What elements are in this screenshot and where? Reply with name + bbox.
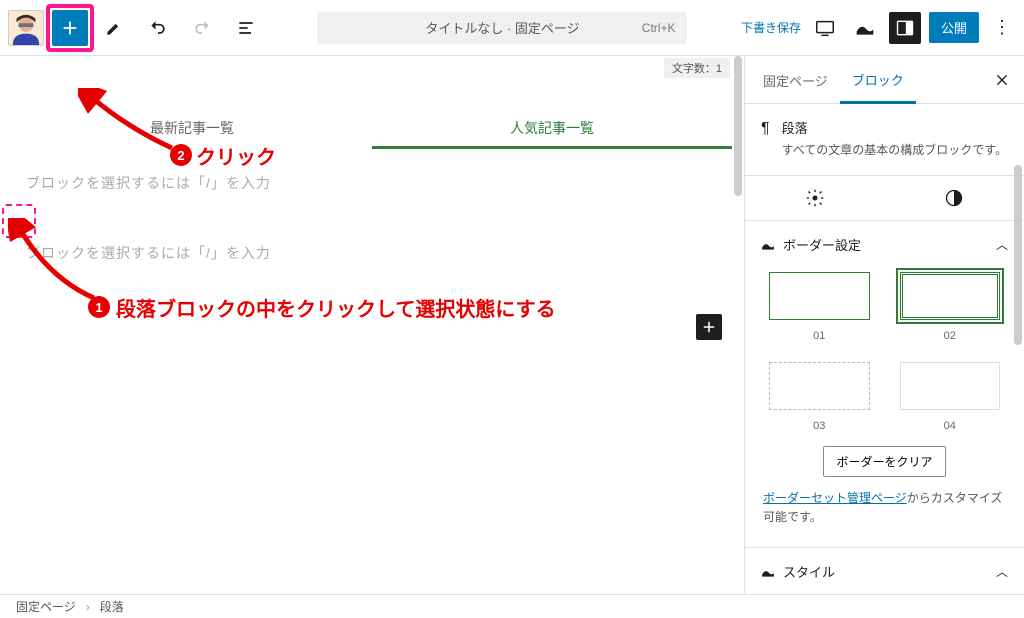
- border-panel-header[interactable]: ボーダー設定 ︿: [745, 221, 1024, 268]
- sidebar-tab-block[interactable]: ブロック: [840, 56, 916, 104]
- editor-canvas[interactable]: 文字数：1 最新記事一覧 人気記事一覧 ブロックを選択するには「/」を入力 ブロ…: [0, 56, 744, 594]
- preview-icon[interactable]: [809, 12, 841, 44]
- save-draft-link[interactable]: 下書き保存: [741, 19, 801, 36]
- selection-indicator: [2, 204, 36, 238]
- tab-latest-posts[interactable]: 最新記事一覧: [12, 106, 372, 149]
- more-menu-icon[interactable]: ⋮: [987, 17, 1016, 38]
- publish-button[interactable]: 公開: [929, 12, 979, 43]
- block-description: すべての文章の基本の構成ブロックです。: [782, 141, 1007, 159]
- border-panel-body: 01 02 03 04 ボーダーをクリア ボーダーセット管理ページからカスタマイ…: [745, 268, 1024, 547]
- chevron-up-icon: ︿: [996, 236, 1008, 253]
- block-info: ¶ 段落 すべての文章の基本の構成ブロックです。: [745, 104, 1024, 176]
- clear-border-button[interactable]: ボーダーをクリア: [823, 446, 945, 477]
- settings-icon-tabs: [745, 176, 1024, 221]
- chevron-up-icon: ︿: [996, 563, 1008, 580]
- toolbar-right: 下書き保存 公開 ⋮: [741, 12, 1016, 44]
- sidebar-close-icon[interactable]: [986, 64, 1018, 96]
- border-panel-title: ボーダー設定: [783, 235, 996, 254]
- border-option-01[interactable]: 01: [769, 272, 870, 342]
- inline-block-inserter[interactable]: [696, 314, 722, 340]
- toolbar-center: タイトルなし · 固定ページ Ctrl+K: [272, 12, 733, 44]
- styles-tab-icon[interactable]: [885, 176, 1024, 220]
- paragraph-block-placeholder[interactable]: ブロックを選択するには「/」を入力: [22, 167, 732, 199]
- shortcut-hint: Ctrl+K: [642, 21, 676, 35]
- page-title-field[interactable]: タイトルなし · 固定ページ Ctrl+K: [317, 12, 687, 44]
- swell-dot-icon: [761, 565, 775, 579]
- document-outline-icon[interactable]: [228, 10, 264, 46]
- word-count-badge: 文字数：1: [664, 58, 730, 78]
- edit-mode-icon[interactable]: [96, 10, 132, 46]
- border-option-03[interactable]: 03: [769, 362, 870, 432]
- swell-icon[interactable]: [849, 12, 881, 44]
- block-breadcrumb: 固定ページ › 段落: [0, 594, 1024, 618]
- style-panel-title: スタイル: [783, 562, 996, 581]
- tab-popular-posts[interactable]: 人気記事一覧: [372, 106, 732, 149]
- border-note: ボーダーセット管理ページからカスタマイズ可能です。: [761, 487, 1008, 531]
- annotation-badge-2: 2: [170, 144, 192, 166]
- style-panel: スタイル ︿ スタイルをクリア: [745, 548, 1024, 594]
- block-title: 段落: [782, 118, 1007, 137]
- redo-icon[interactable]: [184, 10, 220, 46]
- page-title-text: タイトルなし · 固定ページ: [425, 18, 579, 37]
- breadcrumb-leaf[interactable]: 段落: [100, 598, 124, 615]
- settings-tab-icon[interactable]: [745, 176, 885, 220]
- paragraph-icon: ¶: [761, 118, 770, 159]
- style-panel-header[interactable]: スタイル ︿: [745, 548, 1024, 594]
- content-tabs: 最新記事一覧 人気記事一覧: [12, 106, 732, 149]
- annotation-text-1: 段落ブロックの中をクリックして選択状態にする: [116, 293, 556, 322]
- settings-sidebar: 固定ページ ブロック ¶ 段落 すべての文章の基本の構成ブロックです。: [744, 56, 1024, 594]
- border-option-04[interactable]: 04: [900, 362, 1001, 432]
- border-manage-link[interactable]: ボーダーセット管理ページ: [763, 491, 907, 505]
- swell-dot-icon: [761, 238, 775, 252]
- paragraph-block-placeholder[interactable]: ブロックを選択するには「/」を入力: [22, 237, 732, 269]
- annotation-badge-1: 1: [88, 296, 110, 318]
- undo-icon[interactable]: [140, 10, 176, 46]
- breadcrumb-root[interactable]: 固定ページ: [16, 598, 76, 615]
- border-panel: ボーダー設定 ︿ 01 02 03 04 ボーダーをクリア ボーダーセット管理ペ…: [745, 221, 1024, 548]
- block-inserter-button[interactable]: [52, 10, 88, 46]
- canvas-scrollbar[interactable]: [734, 56, 742, 196]
- sidebar-tab-page[interactable]: 固定ページ: [751, 57, 840, 102]
- site-avatar[interactable]: [8, 10, 44, 46]
- workspace: 文字数：1 最新記事一覧 人気記事一覧 ブロックを選択するには「/」を入力 ブロ…: [0, 56, 1024, 594]
- sidebar-toggle-icon[interactable]: [889, 12, 921, 44]
- border-option-02[interactable]: 02: [900, 272, 1001, 342]
- editor-toolbar: タイトルなし · 固定ページ Ctrl+K 下書き保存 公開 ⋮: [0, 0, 1024, 56]
- sidebar-tabs: 固定ページ ブロック: [745, 56, 1024, 104]
- breadcrumb-separator: ›: [86, 600, 90, 614]
- annotation-text-2: クリック: [196, 141, 276, 170]
- sidebar-scrollbar[interactable]: [1014, 165, 1022, 345]
